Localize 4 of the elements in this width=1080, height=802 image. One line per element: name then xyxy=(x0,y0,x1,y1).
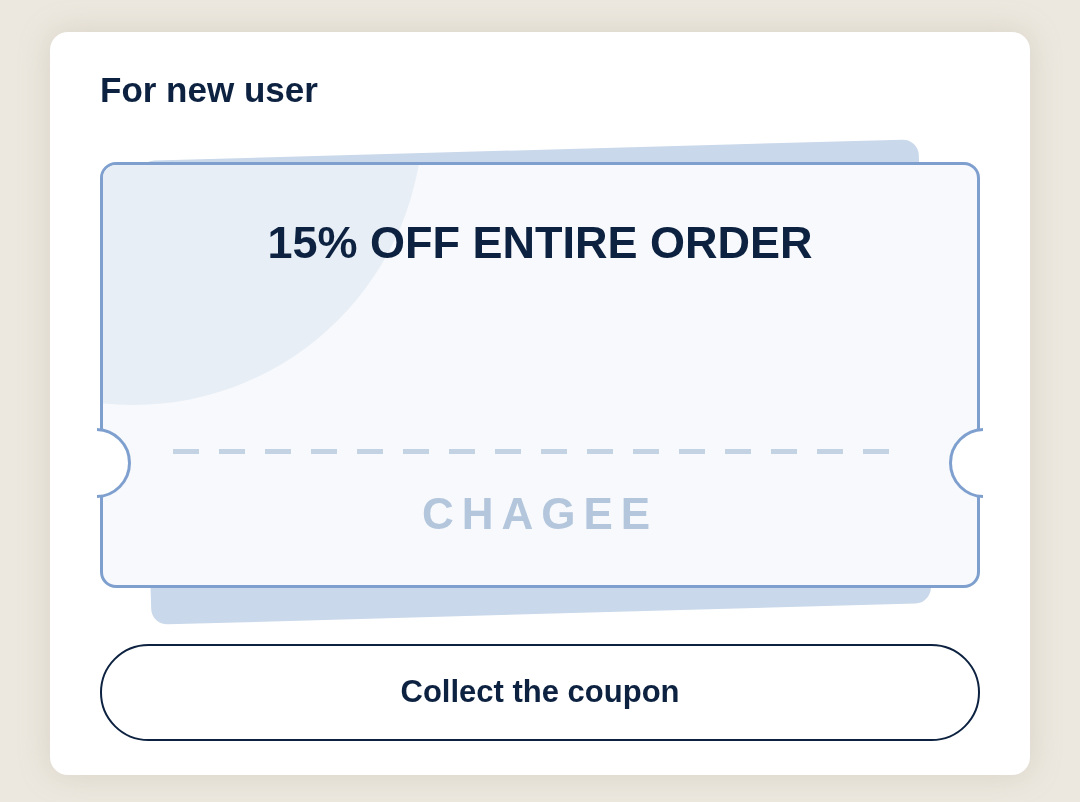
coupon-headline: 15% OFF ENTIRE ORDER xyxy=(267,220,813,265)
card-title: For new user xyxy=(100,72,319,107)
brand-logo: CHAGEE xyxy=(421,492,659,536)
collect-coupon-button[interactable]: Collect the coupon xyxy=(100,644,980,741)
